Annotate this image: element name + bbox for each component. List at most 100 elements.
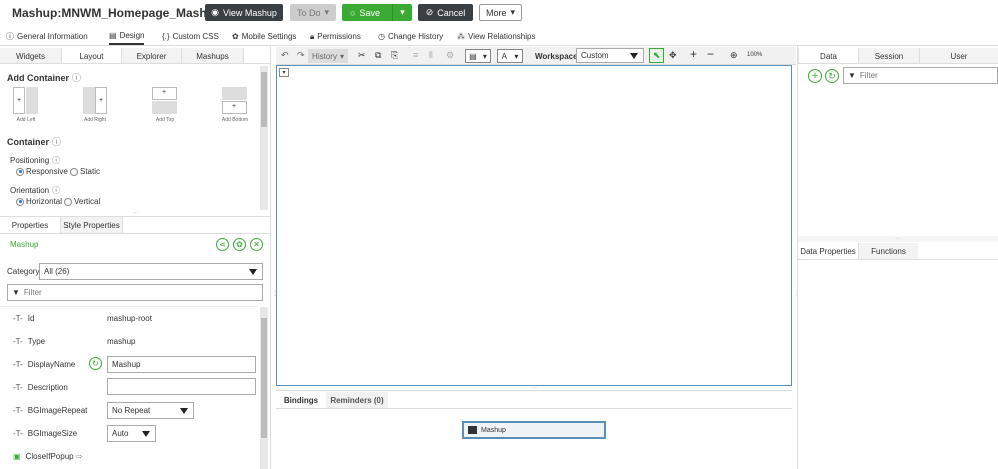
plus-icon: + <box>99 97 104 104</box>
tab-reminders[interactable]: Reminders (0) <box>326 392 388 408</box>
layout-scrollbar-thumb[interactable] <box>261 72 267 127</box>
props-scrollbar-thumb[interactable] <box>261 318 267 438</box>
bgimagesize-select[interactable]: Auto <box>107 425 156 442</box>
plus-icon: + <box>162 89 167 96</box>
save-button[interactable]: ○ Save ▾ <box>342 4 412 21</box>
zoom-in-icon[interactable]: + <box>690 47 697 61</box>
left-splitter-icon[interactable]: ⋮ <box>272 290 278 297</box>
cut-icon[interactable]: ✂ <box>358 50 366 61</box>
top-tabs: ⓘ General Information ▤ Design {.} Custom C… <box>0 28 998 45</box>
mashup-binding-node[interactable]: Mashup <box>462 421 606 439</box>
chevron-down-icon: ▾ <box>510 7 516 17</box>
tab-change-history[interactable]: ◷ Change History <box>378 28 443 45</box>
binding-arrow-icon[interactable]: ⇨ <box>76 452 83 461</box>
prop-value-id: mashup-root <box>107 314 152 323</box>
tab-general-information[interactable]: ⓘ General Information <box>6 28 88 45</box>
tab-permissions[interactable]: 🔒︎ Permissions <box>310 28 361 45</box>
displayname-input[interactable]: Mashup <box>107 356 256 373</box>
tab-data-properties[interactable]: Data Properties <box>798 243 858 259</box>
help-icon[interactable]: ⓘ <box>52 135 61 148</box>
orientation-horizontal-radio[interactable]: Horizontal <box>16 197 62 206</box>
move-icon[interactable]: ✥ <box>669 50 677 61</box>
zoom-out-icon[interactable]: − <box>707 47 714 61</box>
text-type-icon: -T- <box>13 336 23 346</box>
help-icon[interactable]: ⓘ <box>72 71 81 84</box>
mashup-icon <box>468 426 477 434</box>
text-type-icon: -T- <box>13 405 23 415</box>
lock-icon: 🔒︎ <box>310 31 315 41</box>
add-data-icon[interactable]: + <box>808 69 822 83</box>
positioning-static-radio[interactable]: Static <box>70 167 100 176</box>
help-icon[interactable]: ⓘ <box>52 155 60 166</box>
page-title-text: Mashup:MNWM_Homepage_Mashup <box>12 6 222 20</box>
tab-explorer[interactable]: Explorer <box>122 48 182 64</box>
distribute-icon[interactable]: ⫴ <box>429 50 433 61</box>
redo-icon[interactable]: ↷ <box>297 50 305 61</box>
category-select[interactable]: All (26) <box>39 263 263 280</box>
tab-mashups[interactable]: Mashups <box>182 48 244 64</box>
cancel-button[interactable]: ⊘ Cancel <box>418 4 473 21</box>
description-input[interactable] <box>107 378 256 395</box>
share-icon[interactable]: ⋖ <box>216 238 229 251</box>
paste-icon[interactable]: ⎘ <box>391 50 398 61</box>
close-icon[interactable]: ✕ <box>250 238 263 251</box>
settings-icon[interactable]: ⚙ <box>446 50 454 61</box>
undo-icon[interactable]: ↶ <box>281 50 289 61</box>
tab-layout[interactable]: Layout <box>62 48 122 64</box>
tab-user[interactable]: User <box>919 48 998 64</box>
tab-data[interactable]: Data <box>798 48 858 64</box>
subtabs-divider <box>0 63 271 64</box>
plus-icon: + <box>232 103 237 110</box>
more-button[interactable]: More ▾ <box>479 4 522 21</box>
help-icon[interactable]: ⓘ <box>52 185 60 196</box>
layout-view-dropdown[interactable]: ▤ ▾ <box>465 49 491 63</box>
tab-functions[interactable]: Functions <box>858 243 918 259</box>
todo-button[interactable]: To Do ▾ <box>290 4 336 21</box>
info-icon: ⓘ <box>6 32 14 41</box>
plus-icon: + <box>17 97 22 104</box>
gear-icon[interactable]: ✿ <box>233 238 246 251</box>
text-size-dropdown[interactable]: A ▾ <box>497 49 523 63</box>
props-filter-input[interactable]: ▼ Filter <box>7 284 263 301</box>
prop-row-bgimagesize: -T- BGImageSize <box>13 428 78 438</box>
text-type-icon: -T- <box>13 382 23 392</box>
refresh-icon[interactable]: ↻ <box>825 69 839 83</box>
prop-value-type: mashup <box>107 337 136 346</box>
chevron-down-icon <box>630 53 638 59</box>
props-tabs-divider <box>0 233 271 234</box>
prop-row-description: -T- Description <box>13 382 68 392</box>
radio-selected-icon <box>16 197 24 206</box>
tab-bindings[interactable]: Bindings <box>276 392 326 408</box>
orientation-vertical-radio[interactable]: Vertical <box>64 197 100 206</box>
save-icon: ○ <box>350 7 356 18</box>
text-type-icon: -T- <box>13 313 23 323</box>
data-filter-input[interactable]: ▼ Filter <box>843 67 998 84</box>
mashup-canvas[interactable] <box>276 65 792 386</box>
tab-widgets[interactable]: Widgets <box>0 48 62 64</box>
history-dropdown[interactable]: History ▾ <box>308 49 348 63</box>
select-tool-icon[interactable]: ⬉ <box>649 48 664 63</box>
save-dropdown-icon[interactable]: ▾ <box>392 4 412 21</box>
positioning-responsive-radio[interactable]: Responsive <box>16 167 68 176</box>
workspace-select[interactable]: Custom <box>576 48 644 63</box>
layout-icon: ▤ <box>469 51 477 61</box>
right-splitter-handle[interactable]: ··· <box>798 236 998 242</box>
tab-custom-css[interactable]: {.} Custom CSS <box>162 28 219 45</box>
copy-icon[interactable]: ⧉ <box>375 50 381 61</box>
zoom-reset-icon[interactable]: ⊕ <box>730 50 738 61</box>
category-label: Category <box>7 267 40 276</box>
tab-session[interactable]: Session <box>858 48 919 64</box>
tab-mobile-settings[interactable]: ✿ Mobile Settings <box>232 28 296 45</box>
bgimagerepeat-select[interactable]: No Repeat <box>107 402 194 419</box>
tab-design[interactable]: ▤ Design <box>109 28 145 45</box>
view-mashup-button[interactable]: ◉ View Mashup <box>205 4 283 21</box>
prop-row-displayname: -T- DisplayName <box>13 359 76 369</box>
align-icon[interactable]: ≡ <box>413 50 418 60</box>
reset-icon[interactable]: ↻ <box>89 357 102 370</box>
prop-row-bgimagerepeat: -T- BGImageRepeat <box>13 405 88 415</box>
canvas-menu-icon[interactable]: ▾ <box>279 68 289 77</box>
tab-style-properties[interactable]: Style Properties <box>61 217 123 233</box>
tab-properties[interactable]: Properties <box>0 217 61 233</box>
tab-view-relationships[interactable]: ⁂ View Relationships <box>457 28 535 45</box>
zoom-level: 100% <box>747 52 763 58</box>
